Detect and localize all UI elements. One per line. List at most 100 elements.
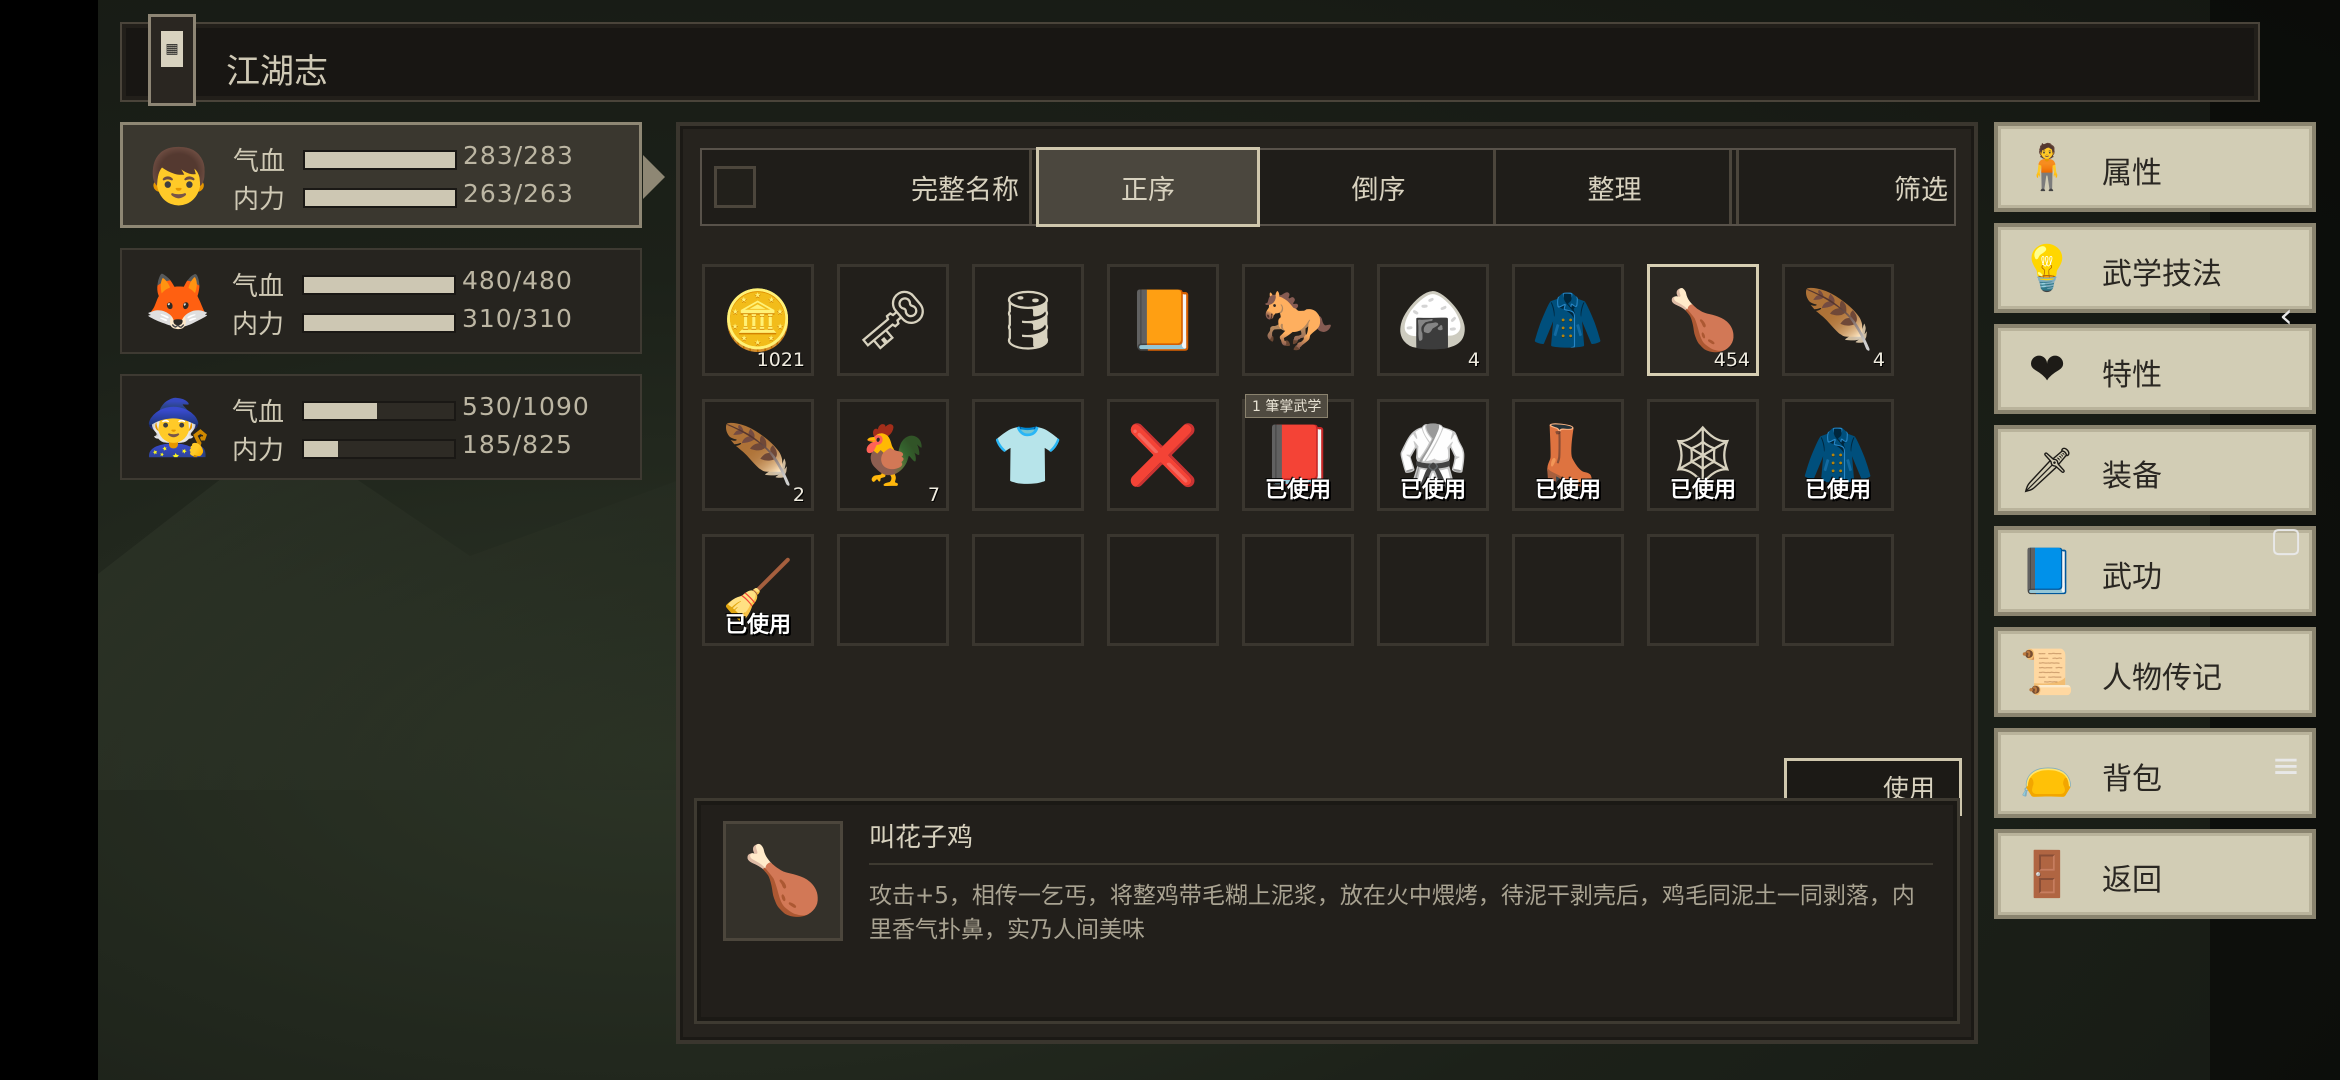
item-count: 1021 xyxy=(756,349,805,371)
empty-slot[interactable] xyxy=(1512,534,1624,646)
character-avatar: 🦊 xyxy=(144,270,212,333)
item-count: 4 xyxy=(1872,349,1885,371)
screen-edge xyxy=(0,0,98,1080)
item-slot[interactable]: 🪙 1021 xyxy=(702,264,814,376)
item-icon: 🛢 xyxy=(991,286,1065,354)
menu-label: 武学技法 xyxy=(2102,257,2222,292)
full-name-checkbox[interactable] xyxy=(714,166,756,208)
menu-button[interactable]: 📜 人物传记 xyxy=(1994,627,2316,717)
character-card[interactable]: 👦 气血 283/283 内力 263/263 xyxy=(120,122,665,228)
item-slot[interactable]: 🍗 454 xyxy=(1647,264,1759,376)
system-back-icon[interactable]: ‹ xyxy=(2266,296,2306,336)
empty-slot[interactable] xyxy=(1782,534,1894,646)
hp-bar xyxy=(302,401,456,421)
item-slot[interactable]: 🪶 2 xyxy=(702,399,814,511)
item-slot[interactable]: 🧹 已使用 xyxy=(702,534,814,646)
character-card[interactable]: 🧙 气血 530/1090 内力 185/825 xyxy=(120,374,642,480)
item-count: 2 xyxy=(792,484,805,506)
menu-icon: ❤ xyxy=(2028,343,2066,395)
item-icon: 🍙 xyxy=(1396,286,1470,354)
menu-label: 特性 xyxy=(2102,358,2162,393)
menu-button[interactable]: ❤ 特性 xyxy=(1994,324,2316,414)
item-slot[interactable]: 🕸 已使用 xyxy=(1647,399,1759,511)
hp-row: 气血 530/1090 xyxy=(232,392,632,428)
item-icon: 🐓 xyxy=(856,421,930,489)
empty-slot[interactable] xyxy=(1377,534,1489,646)
sort-descending-button[interactable]: 倒序 xyxy=(1264,150,1496,224)
mp-bar xyxy=(302,439,456,459)
item-icon: 🧥 xyxy=(1531,286,1605,354)
item-slot[interactable]: 📕 已使用 1 筆掌武学 xyxy=(1242,394,1354,511)
item-slot[interactable]: 🐎 xyxy=(1242,264,1354,376)
menu-icon: 🚪 xyxy=(2019,849,2075,900)
menu-icon: 🧍 xyxy=(2019,142,2075,193)
system-home-icon[interactable]: ▢ xyxy=(2266,520,2306,560)
item-slot[interactable]: 📙 xyxy=(1107,264,1219,376)
item-name: 叫花子鸡 xyxy=(869,823,974,853)
hp-row: 气血 283/283 xyxy=(233,141,633,177)
empty-slot[interactable] xyxy=(1107,534,1219,646)
menu-icon: 📘 xyxy=(2019,546,2075,597)
full-name-toggle[interactable]: 完整名称 xyxy=(702,150,1032,224)
menu-label: 装备 xyxy=(2102,459,2162,494)
item-slot[interactable]: 🥋 已使用 xyxy=(1377,399,1489,511)
sort-toolbar: 完整名称 正序 倒序 整理 筛选 xyxy=(700,147,1956,227)
empty-slot[interactable] xyxy=(1647,534,1759,646)
empty-slot[interactable] xyxy=(972,534,1084,646)
filter-button[interactable]: 筛选 xyxy=(1736,150,1954,224)
item-count: 7 xyxy=(927,484,940,506)
item-slot[interactable]: 🍙 4 xyxy=(1377,264,1489,376)
hp-label: 气血 xyxy=(232,398,285,428)
hp-bar xyxy=(303,150,457,170)
item-icon: 🪶 xyxy=(1801,286,1875,354)
empty-slot[interactable] xyxy=(1242,534,1354,646)
item-slot[interactable]: 🪶 4 xyxy=(1782,264,1894,376)
mp-value: 310/310 xyxy=(462,304,573,333)
divider xyxy=(869,863,1933,865)
item-slot[interactable]: 🧥 xyxy=(1512,264,1624,376)
item-slot[interactable]: 🗝 xyxy=(837,264,949,376)
mp-row: 内力 263/263 xyxy=(233,179,633,215)
organize-button[interactable]: 整理 xyxy=(1500,150,1732,224)
item-detail-panel: 🍗 叫花子鸡 攻击+5，相传一乞丐，将整鸡带毛糊上泥浆，放在火中煨烤，待泥干剥壳… xyxy=(694,798,1960,1024)
hp-label: 气血 xyxy=(233,147,286,177)
hp-value: 283/283 xyxy=(463,141,574,170)
hp-value: 480/480 xyxy=(462,266,573,295)
menu-button[interactable]: 🗡 装备 xyxy=(1994,425,2316,515)
menu-label: 武功 xyxy=(2102,560,2162,595)
mp-value: 185/825 xyxy=(462,430,573,459)
menu-button[interactable]: 🚪 返回 xyxy=(1994,829,2316,919)
journal-book-icon: ▦ xyxy=(148,14,196,106)
menu-icon: 🗡 xyxy=(2019,445,2075,496)
item-icon: 🪙 xyxy=(721,286,795,354)
selected-item-icon: 🍗 xyxy=(723,821,843,941)
menu-button[interactable]: 🧍 属性 xyxy=(1994,122,2316,212)
character-card[interactable]: 🦊 气血 480/480 内力 310/310 xyxy=(120,248,642,354)
item-tag: 1 筆掌武学 xyxy=(1245,394,1329,418)
item-slot[interactable]: 🧥 已使用 xyxy=(1782,399,1894,511)
item-icon: 📙 xyxy=(1126,286,1200,354)
item-icon: ❌ xyxy=(1126,421,1200,489)
item-icon: 🐎 xyxy=(1261,286,1335,354)
mp-bar xyxy=(302,313,456,333)
used-label: 已使用 xyxy=(1669,478,1736,503)
character-avatar: 👦 xyxy=(145,145,213,208)
empty-slot[interactable] xyxy=(837,534,949,646)
item-slot[interactable]: 👕 xyxy=(972,399,1084,511)
item-slot[interactable]: ❌ xyxy=(1107,399,1219,511)
selected-pointer-icon xyxy=(643,155,665,199)
hp-row: 气血 480/480 xyxy=(232,266,632,302)
system-menu-icon[interactable]: ≡ xyxy=(2266,746,2306,786)
character-avatar: 🧙 xyxy=(144,396,212,459)
used-label: 已使用 xyxy=(1399,478,1466,503)
sort-ascending-button[interactable]: 正序 xyxy=(1036,147,1260,227)
mp-label: 内力 xyxy=(233,185,286,215)
mp-label: 内力 xyxy=(232,310,285,340)
used-label: 已使用 xyxy=(1264,478,1331,503)
item-slot[interactable]: 👢 已使用 xyxy=(1512,399,1624,511)
item-icon: 🍗 xyxy=(1666,286,1740,354)
hp-value: 530/1090 xyxy=(462,392,590,421)
item-slot[interactable]: 🛢 xyxy=(972,264,1084,376)
item-slot[interactable]: 🐓 7 xyxy=(837,399,949,511)
menu-icon: 💡 xyxy=(2019,243,2075,294)
